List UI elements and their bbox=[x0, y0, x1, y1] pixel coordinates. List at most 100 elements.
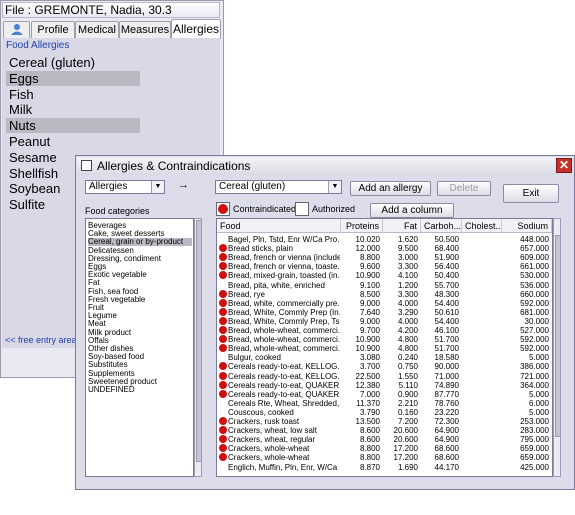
table-row[interactable]: Bread, white, commercially pre... 9.000 4.… bbox=[217, 298, 552, 308]
contraindicated-label: Contraindicated bbox=[233, 204, 297, 214]
category-item[interactable]: Exotic vegetable bbox=[88, 271, 192, 279]
contraindicated-icon bbox=[219, 389, 227, 398]
add-allergy-button[interactable]: Add an allergy bbox=[350, 181, 431, 196]
column-proteins[interactable]: Proteins bbox=[341, 219, 383, 233]
cell-food: Bagel, Pln, Tstd, Enr W/Ca Pro... bbox=[228, 235, 340, 244]
cell-fat: 4.800 bbox=[397, 344, 418, 354]
table-row[interactable]: Bread, rye 8.500 3.300 48.300 660.000 bbox=[217, 289, 552, 299]
table-row[interactable]: Bread, french or vienna, toaste... 9.600 3… bbox=[217, 262, 552, 271]
food-category-list[interactable]: Beverages Cake, sweet desserts Cereal, gra… bbox=[85, 218, 194, 477]
table-row[interactable]: Bread, mixed-grain, toasted (in... 10.900… bbox=[217, 271, 552, 280]
table-row[interactable]: Bread, whole-wheat, commerci... 10.900 4.8… bbox=[217, 344, 552, 353]
cell-carb: 56.400 bbox=[434, 262, 459, 272]
cell-fat: 0.900 bbox=[397, 389, 418, 399]
cell-food: Bread, whole-wheat, commerci... bbox=[228, 335, 340, 345]
cell-fat: 3.300 bbox=[397, 289, 418, 299]
allergy-item[interactable]: Shellfish bbox=[9, 166, 58, 181]
allergy-item[interactable]: Sesame bbox=[9, 150, 57, 165]
column-cholesterol[interactable]: Cholest... bbox=[462, 219, 502, 233]
table-row[interactable]: Bread, french or vienna (include... 8.800… bbox=[217, 253, 552, 262]
table-row[interactable]: Bread, White, Commly Prep, Ts... 9.000 4.0… bbox=[217, 316, 552, 326]
cell-fat: 0.160 bbox=[397, 407, 418, 417]
cell-proteins: 9.600 bbox=[359, 262, 380, 272]
column-sodium[interactable]: Sodium bbox=[502, 219, 552, 233]
cell-food: Bulgur, cooked bbox=[228, 353, 281, 363]
patient-window-title: File : GREMONTE, Nadia, 30.3 bbox=[2, 2, 220, 18]
category-item[interactable]: UNDEFINED bbox=[88, 386, 192, 394]
category-scrollbar[interactable] bbox=[194, 218, 202, 477]
contraindicated-icon bbox=[219, 289, 227, 298]
column-fat[interactable]: Fat bbox=[383, 219, 421, 233]
tab-allergies[interactable]: Allergies bbox=[171, 19, 221, 39]
cell-proteins: 9.100 bbox=[359, 280, 380, 290]
delete-button[interactable]: Delete bbox=[437, 181, 491, 196]
cell-chol bbox=[462, 290, 499, 299]
cell-proteins: 10.900 bbox=[355, 344, 380, 354]
cell-chol bbox=[462, 381, 499, 390]
table-row[interactable]: Englich, Muffin, Pln, Enr, W/Ca P... 8.87… bbox=[217, 463, 552, 472]
type-combo[interactable]: Allergies ▼ bbox=[85, 180, 165, 194]
table-row[interactable]: Cereals Rte, Wheat, Shredded,... 11.370 2.… bbox=[217, 399, 552, 408]
allergy-item[interactable]: Nuts bbox=[6, 118, 140, 134]
cell-sodium: 448.000 bbox=[520, 235, 549, 244]
cell-fat: 20.600 bbox=[393, 435, 418, 445]
column-carbohydrates[interactable]: Carboh... bbox=[421, 219, 462, 233]
table-row[interactable]: Couscous, cooked 3.790 0.160 23.220 5.000 bbox=[217, 408, 552, 417]
cell-sodium: 5.000 bbox=[528, 407, 549, 417]
table-row[interactable]: Cereals ready-to-eat, KELLOG... 3.700 0.75… bbox=[217, 362, 552, 371]
table-row[interactable]: Bread, pita, white, enriched 9.100 1.200 55… bbox=[217, 281, 552, 290]
table-row[interactable]: Crackers, wheat, low salt 8.600 20.600 64.9… bbox=[217, 426, 552, 435]
allergy-item[interactable]: Eggs bbox=[6, 70, 140, 86]
cell-food: Englich, Muffin, Pln, Enr, W/Ca P... bbox=[228, 462, 340, 472]
contraindicated-icon bbox=[219, 262, 227, 271]
column-food[interactable]: Food bbox=[217, 219, 341, 233]
allergy-item[interactable]: Fish bbox=[9, 87, 34, 102]
table-scrollbar[interactable] bbox=[553, 218, 561, 477]
chevron-down-icon: ▼ bbox=[328, 181, 341, 193]
cell-food: Couscous, cooked bbox=[228, 407, 294, 417]
close-button[interactable]: ✕ bbox=[556, 158, 572, 173]
table-row[interactable]: Cereals ready-to-eat, QUAKER... 7.000 0.90… bbox=[217, 389, 552, 399]
contraindicated-icon bbox=[219, 426, 227, 435]
cell-proteins: 10.900 bbox=[355, 271, 380, 281]
table-row[interactable]: Bread sticks, plain 12.000 9.500 68.400 657.… bbox=[217, 244, 552, 253]
allergy-item[interactable]: Sulfite bbox=[9, 197, 45, 212]
user-tab[interactable] bbox=[3, 21, 30, 38]
allergy-item[interactable]: Cereal (gluten) bbox=[9, 55, 95, 70]
table-row[interactable]: Crackers, rusk toast 13.500 7.200 72.300 253… bbox=[217, 417, 552, 426]
tab-profile[interactable]: Profile bbox=[31, 21, 75, 38]
cell-carb: 51.900 bbox=[434, 253, 459, 263]
table-row[interactable]: Crackers, whole-wheat 8.800 17.200 68.600 65… bbox=[217, 453, 552, 462]
cell-proteins: 8.800 bbox=[359, 444, 380, 454]
table-row[interactable]: Bagel, Pln, Tstd, Enr W/Ca Pro... 10.020 1… bbox=[217, 235, 552, 244]
allergy-item[interactable]: Soybean bbox=[9, 181, 60, 196]
table-row[interactable]: Bulgur, cooked 3.080 0.240 18.580 5.000 bbox=[217, 353, 552, 362]
cell-chol bbox=[462, 281, 499, 290]
cell-sodium: 592.000 bbox=[520, 298, 549, 308]
cell-carb: 64.900 bbox=[434, 426, 459, 436]
cell-carb: 71.000 bbox=[434, 371, 459, 381]
exit-button[interactable]: Exit bbox=[503, 184, 559, 203]
table-row[interactable]: Bread, whole-wheat, commerci... 10.900 4.8… bbox=[217, 335, 552, 344]
table-row[interactable]: Crackers, wheat, regular 8.600 20.600 64.90… bbox=[217, 435, 552, 444]
table-row[interactable]: Bread, whole-wheat, commerci... 9.700 4.20… bbox=[217, 326, 552, 335]
allergy-item[interactable]: Milk bbox=[9, 102, 32, 117]
contraindicated-icon bbox=[219, 371, 227, 380]
allergy-item[interactable]: Peanut bbox=[9, 134, 50, 149]
table-scroll-thumb[interactable] bbox=[555, 235, 561, 437]
cell-sodium: 609.000 bbox=[520, 253, 549, 263]
tab-medical[interactable]: Medical bbox=[75, 21, 119, 38]
table-row[interactable]: Cereals ready-to-eat, KELLOG... 22.500 1.5… bbox=[217, 371, 552, 381]
add-column-button[interactable]: Add a column bbox=[370, 203, 454, 218]
table-row[interactable]: Bread, White, Commly Prep (In... 7.640 3.2… bbox=[217, 307, 552, 317]
category-scroll-thumb[interactable] bbox=[196, 220, 202, 462]
table-row[interactable]: Crackers, whole-wheat 8.800 17.200 68.600 65… bbox=[217, 444, 552, 453]
free-entry-label[interactable]: << free entry area bbox=[5, 335, 77, 345]
cell-food: Crackers, whole-wheat bbox=[228, 453, 310, 463]
tab-measures[interactable]: Measures bbox=[119, 21, 171, 38]
authorized-color-swatch[interactable] bbox=[295, 202, 309, 216]
cell-sodium: 536.000 bbox=[520, 280, 549, 290]
allergen-combo[interactable]: Cereal (gluten) ▼ bbox=[215, 180, 342, 194]
table-row[interactable]: Cereals ready-to-eat, QUAKER... 12.380 5.1… bbox=[217, 380, 552, 390]
contraindicated-color-swatch[interactable] bbox=[216, 202, 230, 216]
